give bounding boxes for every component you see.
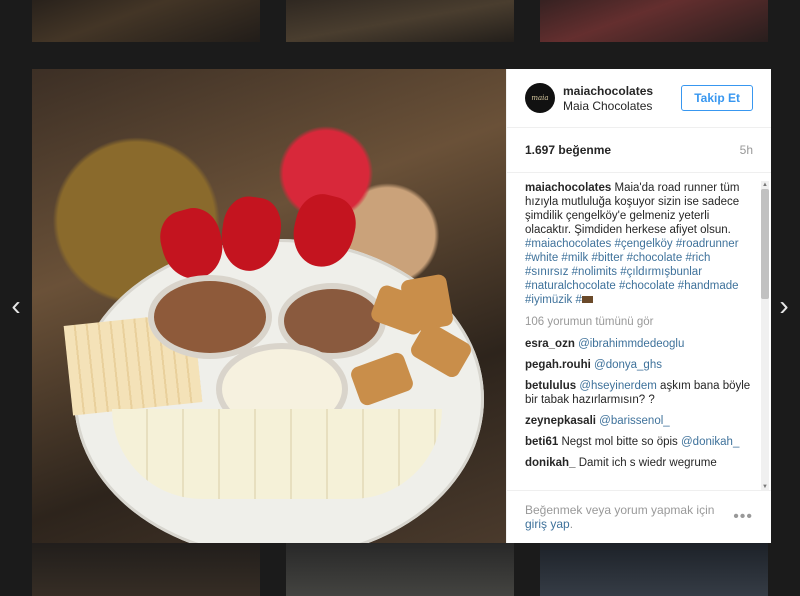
chocolate-emoji-icon <box>581 296 593 304</box>
login-prompt-footer: Beğenmek veya yorum yapmak için giriş ya… <box>507 490 771 543</box>
full-name: Maia Chocolates <box>563 98 653 113</box>
post-side-panel: maia maiachocolates Maia Chocolates Taki… <box>506 69 771 543</box>
view-all-comments-link[interactable]: 106 yorumun tümünü gör <box>525 315 753 329</box>
comment-mention[interactable]: @hseyinerdem <box>579 380 657 392</box>
comment-author[interactable]: betululus <box>525 380 576 392</box>
comment-item: donikah_ Damit ich s wiedr wegrume <box>525 456 753 470</box>
comment-item: zeynepkasali @barissenol_ <box>525 414 753 428</box>
comments-scroll-thumb[interactable] <box>761 189 769 299</box>
chevron-right-icon[interactable]: › <box>774 290 794 322</box>
follow-button[interactable]: Takip Et <box>681 85 753 111</box>
background-post-thumbnail <box>286 0 514 42</box>
comment-mention[interactable]: @ibrahimmdedeoglu <box>578 338 684 350</box>
comments-list[interactable]: maiachocolates Maia'da road runner tüm h… <box>507 173 771 490</box>
comment-mention[interactable]: @barissenol_ <box>599 415 670 427</box>
login-prompt-period: . <box>569 517 574 531</box>
comment-mention[interactable]: @donya_ghs <box>594 359 662 371</box>
caption-author[interactable]: maiachocolates <box>525 182 611 194</box>
post-header: maia maiachocolates Maia Chocolates Taki… <box>507 69 771 128</box>
comment-author[interactable]: esra_ozn <box>525 338 575 350</box>
comment-mention[interactable]: @donikah_ <box>681 436 739 448</box>
comment-author[interactable]: zeynepkasali <box>525 415 596 427</box>
comment-item: beti61 Negst mol bitte so öpis @donikah_ <box>525 435 753 449</box>
chocolate-cup-shape <box>284 289 380 353</box>
comment-author[interactable]: pegah.rouhi <box>525 359 591 371</box>
comment-item: pegah.rouhi @donya_ghs <box>525 358 753 372</box>
chocolate-cup-shape <box>154 281 266 353</box>
background-post-thumbnail <box>32 0 260 42</box>
background-post-thumbnail <box>32 543 260 596</box>
login-prompt-text: Beğenmek veya yorum yapmak için <box>525 503 715 517</box>
background-post-thumbnail <box>286 543 514 596</box>
username-link[interactable]: maiachocolates <box>563 84 681 98</box>
more-options-icon[interactable]: ••• <box>733 508 753 526</box>
post-stats: 1.697 beğenme 5h <box>507 128 771 173</box>
banana-shape <box>112 409 442 499</box>
comment-author[interactable]: beti61 <box>525 436 558 448</box>
scroll-down-arrow-icon[interactable]: ▼ <box>761 483 769 490</box>
likes-count[interactable]: 1.697 beğenme <box>525 143 611 157</box>
login-link[interactable]: giriş yap <box>525 517 570 531</box>
comment-item: betululus @hseyinerdem aşkım bana böyle … <box>525 379 753 407</box>
comment-item: esra_ozn @ibrahimmdedeoglu <box>525 337 753 351</box>
post-modal: maia maiachocolates Maia Chocolates Taki… <box>32 69 771 543</box>
caption-hashtags[interactable]: #maiachocolates #çengelköy #roadrunner #… <box>525 238 739 306</box>
chevron-left-icon[interactable]: ‹ <box>6 290 26 322</box>
avatar-logo-text: maia <box>531 94 549 102</box>
comment-text: Damit ich s wiedr wegrume <box>578 457 717 469</box>
background-post-thumbnail <box>540 543 768 596</box>
comment-text: Negst mol bitte so öpis <box>561 436 678 448</box>
post-photo[interactable] <box>32 69 506 543</box>
comment-author[interactable]: donikah_ <box>525 457 575 469</box>
caption: maiachocolates Maia'da road runner tüm h… <box>525 181 753 307</box>
avatar[interactable]: maia <box>525 83 555 113</box>
background-post-thumbnail <box>540 0 768 42</box>
post-timestamp[interactable]: 5h <box>740 143 753 157</box>
scroll-up-arrow-icon[interactable]: ▲ <box>761 181 769 189</box>
